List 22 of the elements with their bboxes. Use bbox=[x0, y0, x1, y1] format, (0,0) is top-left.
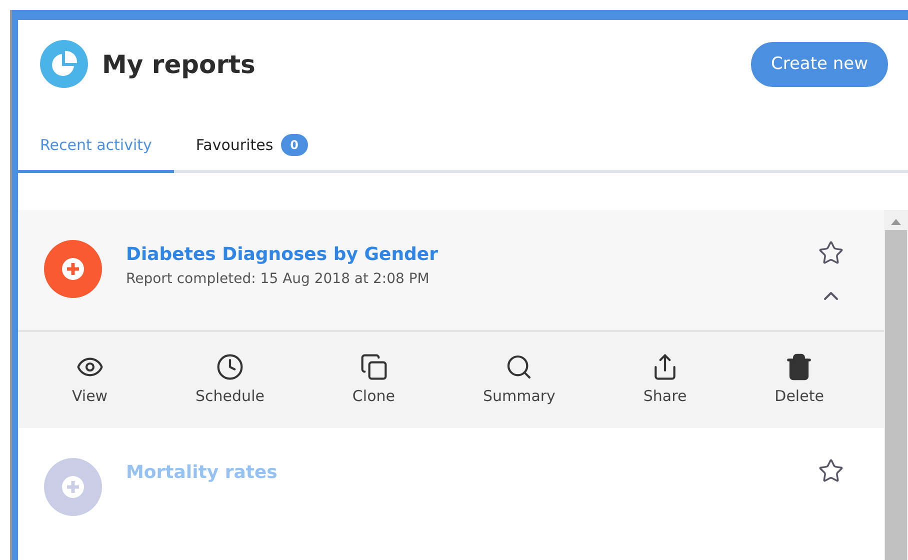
count-badge: 0 bbox=[281, 134, 308, 156]
tab-label: Recent activity bbox=[40, 136, 152, 154]
trash-icon bbox=[785, 353, 814, 381]
action-button[interactable]: Share bbox=[637, 352, 693, 406]
action-button[interactable]: Clone bbox=[346, 352, 401, 406]
action-button[interactable]: Summary bbox=[476, 352, 562, 406]
plus-icon bbox=[62, 258, 84, 280]
tab[interactable]: Favourites 0 bbox=[174, 124, 330, 173]
action-button[interactable]: Schedule bbox=[190, 352, 270, 406]
star-icon[interactable] bbox=[818, 240, 844, 266]
page-title: My reports bbox=[102, 50, 256, 78]
search-icon bbox=[505, 353, 534, 381]
action-button[interactable]: View bbox=[66, 352, 114, 406]
copy-icon bbox=[360, 353, 388, 381]
plus-icon bbox=[62, 476, 84, 498]
star-icon[interactable] bbox=[818, 458, 844, 484]
tab-label: Favourites bbox=[196, 136, 274, 154]
clock-icon bbox=[216, 353, 244, 381]
action-button[interactable]: Delete bbox=[768, 352, 830, 406]
report-status: Report completed: 15 Aug 2018 at 2:08 PM bbox=[126, 271, 430, 287]
pie-chart-icon bbox=[40, 40, 88, 88]
scrollbar[interactable] bbox=[884, 210, 908, 560]
